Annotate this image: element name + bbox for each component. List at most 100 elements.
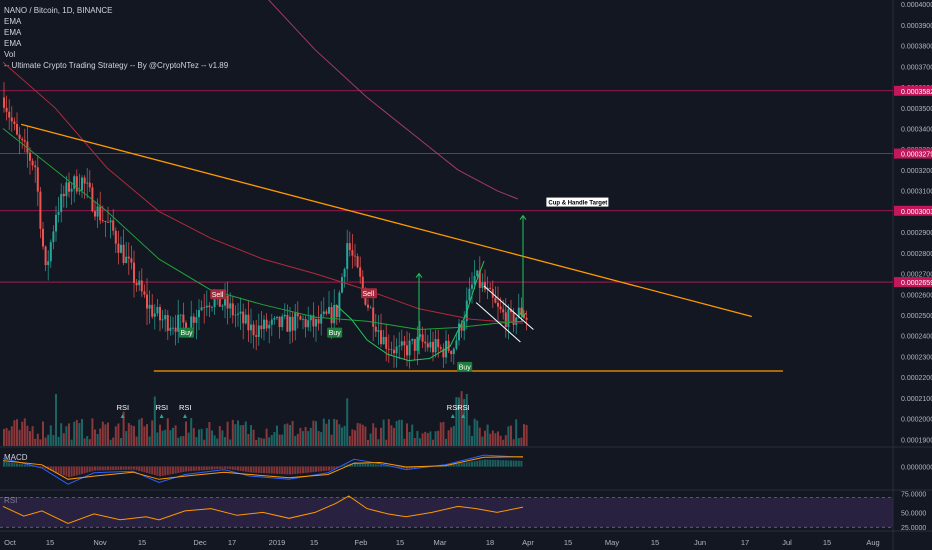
macd-histogram-bar <box>325 466 328 471</box>
macd-histogram-bar <box>260 466 263 474</box>
volume-bar <box>94 429 96 446</box>
macd-histogram-bar <box>252 466 255 473</box>
macd-histogram-bar <box>304 466 307 473</box>
candle-body <box>294 313 297 331</box>
volume-bar <box>468 425 471 446</box>
macd-histogram-bar <box>333 466 336 469</box>
macd-histogram-bar <box>195 466 198 471</box>
candle-body <box>283 314 286 317</box>
volume-bar <box>408 432 411 446</box>
candle-body <box>393 349 395 354</box>
macd-histogram-bar <box>78 466 81 475</box>
candle-body <box>351 250 354 256</box>
time-axis-label: Mar <box>434 538 447 547</box>
volume-bar <box>419 438 421 446</box>
candle-body <box>413 339 416 351</box>
macd-histogram-bar <box>73 466 76 476</box>
candle-body <box>16 124 18 135</box>
volume-bar <box>307 431 310 446</box>
volume-bar <box>515 419 518 446</box>
price-tick-label: 0.0002400 <box>901 334 932 341</box>
volume-bar <box>211 430 213 446</box>
volume-bar <box>138 419 141 446</box>
price-tick-label: 0.0002600 <box>901 292 932 299</box>
candle-body <box>198 310 200 318</box>
rsi-band <box>0 497 893 528</box>
volume-bar <box>26 425 29 446</box>
price-tick-label: 0.0002300 <box>901 354 932 361</box>
macd-histogram-bar <box>465 462 468 467</box>
candle-body <box>13 121 16 125</box>
candle-body <box>468 288 471 301</box>
volume-bar <box>510 425 512 446</box>
macd-histogram-bar <box>494 459 497 467</box>
candle-body <box>42 228 44 247</box>
volume-bar <box>359 423 362 446</box>
macd-histogram-bar <box>452 464 455 467</box>
volume-bar <box>372 423 375 446</box>
volume-bar <box>484 430 486 446</box>
volume-bar <box>286 423 289 446</box>
candle-body <box>86 182 89 184</box>
macd-histogram-bar <box>226 466 229 470</box>
price-tick-label: 0.0002800 <box>901 251 932 258</box>
price-tick-label: 0.0003800 <box>901 44 932 51</box>
macd-histogram-bar <box>130 466 133 470</box>
price-chart[interactable]: 0.0004000 0.0003900 0.0003800 0.0003700 0.00… <box>0 0 932 550</box>
candle-body <box>299 316 302 320</box>
rsi-tick-label: 25.0000 <box>901 525 926 532</box>
time-axis-label: 15 <box>564 538 572 547</box>
candle-body <box>424 341 427 344</box>
candle-body <box>23 140 26 142</box>
macd-histogram-bar <box>281 466 284 475</box>
candle-body <box>182 314 185 323</box>
volume-bar <box>224 437 226 446</box>
candle-body <box>463 321 466 331</box>
macd-histogram-bar <box>315 466 317 472</box>
volume-bar <box>21 421 24 446</box>
candle-body <box>434 339 437 353</box>
macd-histogram-bar <box>192 466 195 471</box>
volume-bar <box>81 419 83 446</box>
volume-bar <box>424 431 427 446</box>
macd-histogram-bar <box>312 466 315 473</box>
volume-group <box>3 391 528 446</box>
macd-histogram-bar <box>265 466 268 474</box>
volume-bar <box>439 422 442 446</box>
macd-histogram-bar <box>286 466 289 475</box>
time-axis-label: 15 <box>823 538 831 547</box>
macd-histogram-bar <box>504 460 507 467</box>
candle-body <box>302 318 304 320</box>
level-label: 0.0003279 <box>901 152 932 159</box>
volume-bar <box>29 431 31 446</box>
volume-bar <box>494 433 497 446</box>
macd-histogram-bar <box>320 466 323 472</box>
macd-histogram-bar <box>216 466 219 470</box>
volume-bar <box>255 439 258 446</box>
candle-body <box>88 182 91 188</box>
volume-bar <box>125 431 128 446</box>
macd-histogram-bar <box>107 466 109 471</box>
volume-bar <box>421 433 424 446</box>
time-axis-label: Jun <box>694 538 706 547</box>
volume-bar <box>73 421 76 446</box>
candle-body <box>348 243 351 251</box>
macd-histogram-bar <box>8 462 11 467</box>
volume-bar <box>265 428 268 446</box>
candle-body <box>39 191 42 229</box>
candle-body <box>70 188 73 192</box>
volume-bar <box>226 421 229 446</box>
volume-bar <box>156 432 159 446</box>
candle-body <box>174 327 177 332</box>
macd-histogram-bar <box>374 464 377 467</box>
macd-histogram-bar <box>289 466 291 475</box>
candle-body <box>494 297 497 303</box>
candle-body <box>411 339 414 341</box>
candle-body <box>406 345 408 356</box>
candle-body <box>127 256 130 259</box>
macd-histogram-bar <box>317 466 320 472</box>
candle-body <box>21 138 24 141</box>
candle-body <box>354 255 356 257</box>
time-axis-label: Nov <box>93 538 107 547</box>
volume-bar <box>13 420 16 446</box>
